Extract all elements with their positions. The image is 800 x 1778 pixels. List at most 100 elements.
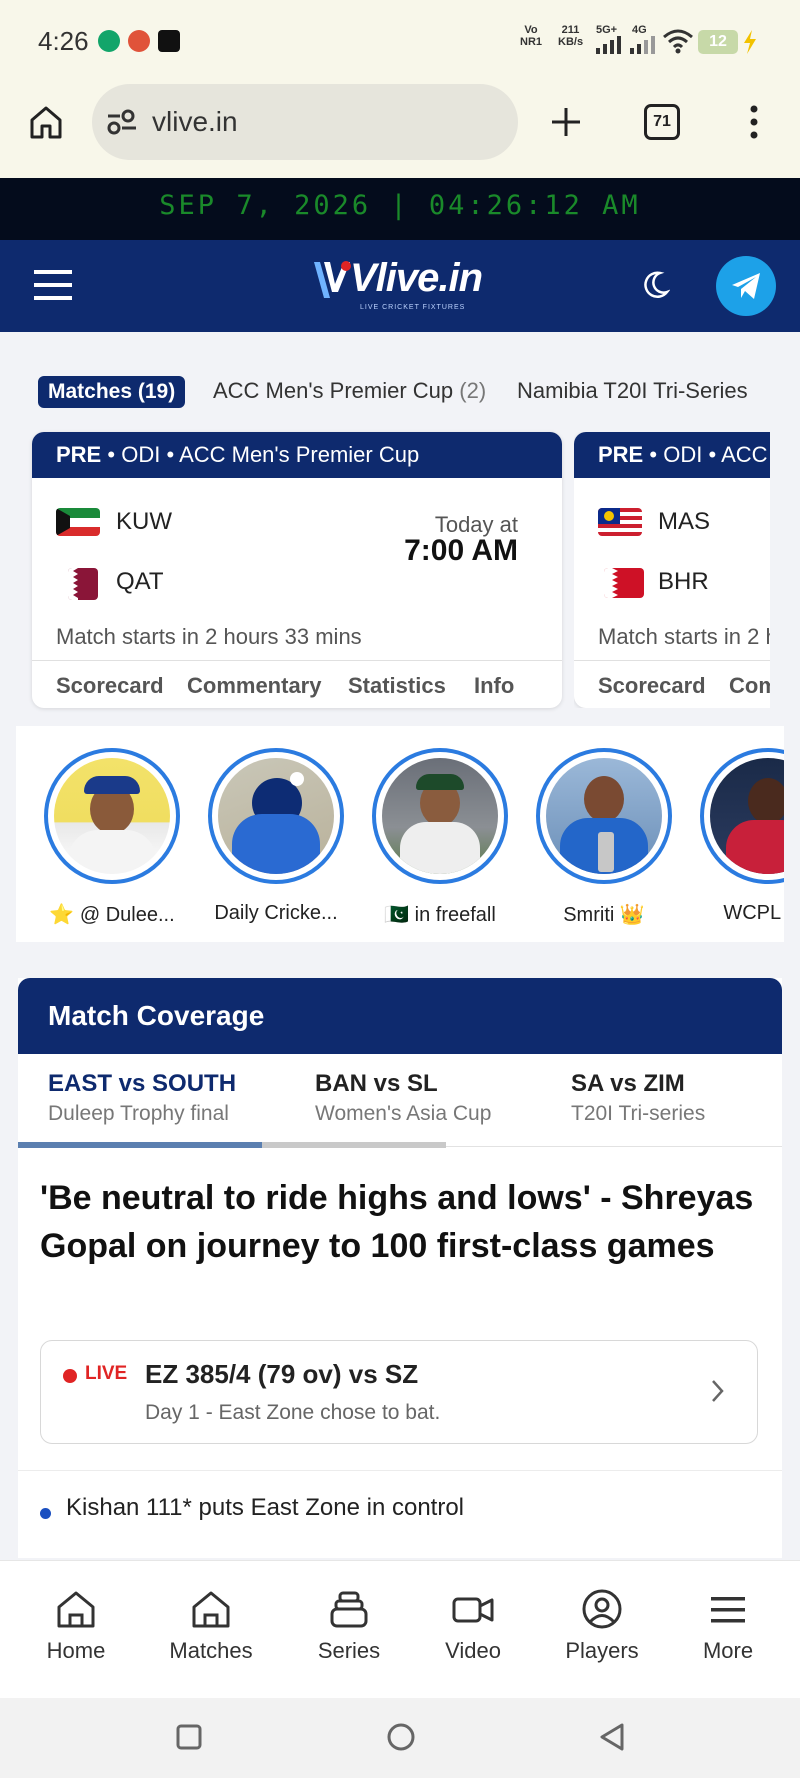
- series-tab-label: Namibia T20I Tri-Series: [517, 378, 748, 403]
- browser-home-icon[interactable]: [28, 104, 64, 140]
- commentary-link[interactable]: Commentary: [187, 673, 321, 699]
- story-thumbnail: [382, 758, 498, 874]
- logo-tagline: LIVE CRICKET FIXTURES: [360, 304, 466, 311]
- match-coverage-section: Match Coverage EAST vs SOUTH Duleep Trop…: [18, 978, 782, 1558]
- match-time: 7:00 AM: [404, 534, 518, 567]
- story-label: ⭐ @ Dulee...: [49, 904, 175, 926]
- address-bar[interactable]: vlive.in: [92, 84, 518, 160]
- bullet-icon: [40, 1508, 51, 1519]
- nav-more[interactable]: More: [668, 1589, 788, 1664]
- team2-name: BHR: [658, 568, 709, 595]
- coverage-progress-fill: [18, 1142, 262, 1148]
- telegram-icon: [732, 273, 760, 299]
- match-status: PRE: [598, 442, 644, 467]
- signal-5g-label: 5G+: [596, 24, 618, 36]
- recent-apps-icon[interactable]: [176, 1724, 202, 1750]
- match-series: ACC Men's Premier Cup: [721, 442, 770, 467]
- battery-icon: 12: [698, 30, 738, 54]
- clock-text: SEP 7, 2026 | 04:26:12 AM: [159, 190, 641, 221]
- match-card[interactable]: PRE • ODI • ACC Men's Premier Cup MAS BH…: [574, 432, 770, 708]
- menu-icon: [711, 1597, 745, 1623]
- signal-2-icon: [630, 36, 655, 54]
- nav-series[interactable]: Series: [289, 1589, 409, 1664]
- series-tab-count: (2): [459, 378, 487, 403]
- coverage-tab-subtitle: Women's Asia Cup: [315, 1102, 492, 1125]
- match-coverage-header: Match Coverage: [18, 978, 782, 1054]
- story-ring: [44, 748, 180, 884]
- story-thumbnail: [710, 758, 784, 874]
- logo-mark-icon: [314, 261, 351, 298]
- coverage-divider: [18, 1470, 782, 1471]
- clock-banner: SEP 7, 2026 | 04:26:12 AM: [0, 178, 800, 240]
- dark-mode-icon[interactable]: [640, 270, 670, 300]
- team1-name: MAS: [658, 508, 711, 535]
- status-bar: 4:26 Vo NR1 211 KB/s 5G+ 4G 12: [0, 0, 800, 82]
- live-score: EZ 385/4 (79 ov) vs SZ: [145, 1359, 419, 1389]
- coverage-bullet[interactable]: Kishan 111* puts East Zone in control: [66, 1494, 464, 1522]
- story-label: 🇵🇰 in freefall: [384, 904, 496, 926]
- match-card[interactable]: PRE • ODI • ACC Men's Premier Cup KUW QA…: [32, 432, 562, 708]
- site-header: Vlive.in LIVE CRICKET FIXTURES: [0, 240, 800, 332]
- matches-tab[interactable]: Matches (19): [38, 376, 186, 408]
- story-label: Smriti 👑: [563, 904, 645, 926]
- commentary-link[interactable]: Commentary: [729, 673, 770, 699]
- nav-players[interactable]: Players: [542, 1589, 662, 1664]
- browser-menu-icon[interactable]: [744, 104, 764, 140]
- story-ring: [536, 748, 672, 884]
- app-notification-icon: [128, 30, 150, 52]
- coverage-tab-title: BAN vs SL: [315, 1070, 438, 1097]
- new-tab-icon[interactable]: [548, 104, 584, 140]
- site-logo[interactable]: Vlive.in LIVE CRICKET FIXTURES: [312, 254, 492, 318]
- nav-home[interactable]: Home: [16, 1589, 136, 1664]
- match-card-links: Scorecard Commentary Statistics Info: [32, 660, 562, 708]
- home-icon: [57, 1591, 95, 1628]
- logo-text: Vlive.in: [350, 256, 483, 300]
- site-settings-icon[interactable]: [106, 108, 138, 136]
- system-home-icon[interactable]: [386, 1722, 416, 1752]
- story-label: Daily Cricke...: [214, 902, 338, 924]
- story-label: WCPL F...: [723, 902, 784, 924]
- live-detail: Day 1 - East Zone chose to bat.: [145, 1401, 441, 1424]
- nav-label: Players: [565, 1638, 639, 1663]
- match-card-header: PRE • ODI • ACC Men's Premier Cup: [32, 432, 562, 478]
- live-score-card[interactable]: LIVE EZ 385/4 (79 ov) vs SZ Day 1 - East…: [40, 1340, 758, 1444]
- tab-count: 71: [653, 113, 671, 130]
- coverage-tab-ban-sl[interactable]: BAN vs SL Women's Asia Cup: [315, 1070, 491, 1126]
- stories-row: ⭐ @ Dulee... Daily Cricke... 🇵🇰 in freef…: [16, 726, 784, 942]
- players-icon: [582, 1589, 622, 1629]
- network-type: Vo NR1: [520, 24, 543, 48]
- battery-level: 12: [709, 33, 727, 50]
- match-card-links: Scorecard Commentary: [574, 660, 770, 708]
- back-icon[interactable]: [598, 1722, 626, 1752]
- system-nav-bar: [0, 1698, 800, 1778]
- coverage-tab-title: EAST vs SOUTH: [48, 1070, 237, 1097]
- nav-video[interactable]: Video: [413, 1589, 533, 1664]
- chevron-right-icon: [712, 1380, 724, 1402]
- series-tab-label: ACC Men's Premier Cup: [213, 378, 454, 403]
- video-icon: [452, 1597, 494, 1623]
- matches-tab-count: (19): [137, 380, 176, 403]
- malaysia-flag-icon: [598, 508, 642, 536]
- story-thumbnail: [54, 758, 170, 874]
- telegram-button[interactable]: [716, 256, 776, 316]
- live-badge: LIVE: [85, 1363, 128, 1384]
- kuwait-flag-icon: [56, 508, 100, 536]
- story-thumbnail: [546, 758, 662, 874]
- live-dot-icon: [63, 1369, 77, 1383]
- scorecard-link[interactable]: Scorecard: [56, 673, 164, 699]
- series-tab-acc[interactable]: ACC Men's Premier Cup (2): [213, 378, 486, 404]
- page: 4:26 Vo NR1 211 KB/s 5G+ 4G 12 vlive.in …: [0, 0, 800, 1778]
- bahrain-flag-icon: [604, 568, 644, 598]
- nav-matches[interactable]: Matches: [151, 1589, 271, 1664]
- tab-switcher-button[interactable]: 71: [644, 104, 680, 140]
- story-thumbnail: [218, 758, 334, 874]
- hamburger-menu-icon[interactable]: [34, 270, 72, 300]
- coverage-headline[interactable]: 'Be neutral to ride highs and lows' - Sh…: [40, 1174, 760, 1270]
- match-series: ACC Men's Premier Cup: [179, 442, 420, 467]
- scorecard-link[interactable]: Scorecard: [598, 673, 706, 699]
- coverage-tab-east-south[interactable]: EAST vs SOUTH Duleep Trophy final: [48, 1070, 236, 1126]
- coverage-tab-sa-zim[interactable]: SA vs ZIM T20I Tri-series: [571, 1070, 705, 1126]
- series-tab-namibia[interactable]: Namibia T20I Tri-Series: [517, 378, 765, 404]
- statistics-link[interactable]: Statistics: [348, 673, 446, 699]
- info-link[interactable]: Info: [474, 673, 514, 699]
